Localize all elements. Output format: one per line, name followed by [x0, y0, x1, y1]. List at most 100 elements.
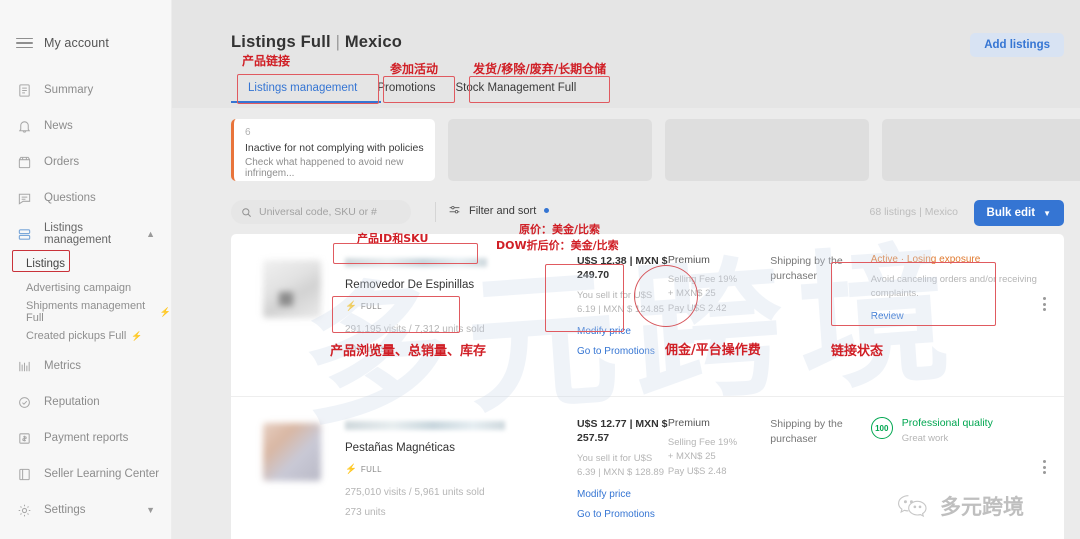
sidebar-item-label: Summary: [44, 84, 94, 96]
card-policy-inactive[interactable]: 6 Inactive for not complying with polici…: [231, 119, 435, 181]
app-root: 多元跨境 My account Summary News Orders Ques…: [0, 0, 1080, 539]
listing-shipping: Shipping by the purchaser: [770, 418, 843, 445]
hamburger-icon[interactable]: [16, 37, 33, 49]
page-title: Listings Full | Mexico: [231, 33, 402, 52]
sidebar-item-label: Questions: [44, 192, 96, 204]
box-icon: [16, 154, 33, 171]
sidebar-sub-label: Shipments management Full: [26, 300, 146, 324]
filter-active-dot: [544, 208, 550, 213]
full-bolt-icon: ⚡: [345, 464, 357, 475]
watermark-text: 多元跨境: [940, 495, 1024, 519]
sidebar-sub-label: Listings: [26, 258, 65, 270]
sidebar-item-label: Reputation: [44, 396, 100, 408]
sidebar-nav: Summary News Orders Questions Listings m…: [0, 72, 171, 528]
sidebar-item-reputation[interactable]: Reputation: [0, 384, 171, 420]
wechat-watermark: 多元跨境: [896, 491, 1024, 521]
sidebar-item-label: News: [44, 120, 73, 132]
filter-icon: [449, 205, 460, 214]
card-count: 6: [245, 127, 251, 138]
quality-score: 100: [870, 417, 893, 439]
book-icon: [16, 466, 33, 483]
background-watermark: 多元跨境: [295, 227, 971, 447]
sidebar-item-label: Settings: [44, 504, 86, 516]
sidebar-item-metrics[interactable]: Metrics: [0, 348, 171, 384]
sidebar-subnav: Listings Advertising campaign Shipments …: [0, 252, 171, 348]
listing-net-price: You sell it for U$S 6.39 | MXN $ 128.89: [577, 453, 664, 479]
search-icon: [242, 207, 251, 217]
summary-cards: 6 Inactive for not complying with polici…: [231, 119, 1080, 181]
chevron-down-icon[interactable]: ▼: [146, 505, 155, 515]
sidebar-item-questions[interactable]: Questions: [0, 180, 171, 216]
sidebar-item-created-pickups[interactable]: Created pickups Full ⚡: [26, 324, 171, 348]
document-icon: [16, 82, 33, 99]
sidebar-item-listings[interactable]: Listings: [26, 252, 171, 276]
card-subtitle: Check what happened to avoid new infring…: [245, 157, 404, 179]
page-title-site: Mexico: [344, 33, 402, 51]
bell-icon: [16, 118, 33, 135]
sidebar-item-label: Orders: [44, 156, 80, 168]
tab-promotions[interactable]: Promotions: [367, 78, 445, 102]
chat-icon: [16, 190, 33, 207]
search-input[interactable]: [259, 206, 399, 218]
row-menu-icon[interactable]: [1043, 297, 1046, 311]
sidebar-sub-label: Created pickups Full: [26, 330, 127, 342]
full-badge: ⚡ FULL: [345, 464, 573, 475]
row-menu-icon[interactable]: [1043, 460, 1046, 474]
card-placeholder[interactable]: [665, 119, 869, 181]
sidebar-item-label: Metrics: [44, 360, 82, 372]
quality-subtitle: Great work: [901, 433, 949, 444]
listings-icon: [16, 226, 33, 243]
sidebar-item-seller-learning-center[interactable]: Seller Learning Center: [0, 456, 171, 492]
filter-and-sort-label: Filter and sort: [469, 204, 537, 217]
listing-fee-details: Selling Fee 19% + MXN$ 25 Pay U$S 2.48: [667, 437, 738, 477]
bolt-icon: ⚡: [159, 306, 171, 317]
listing-visits-sales: 275,010 visits / 5,961 units sold: [345, 487, 485, 498]
gear-icon: [16, 502, 33, 519]
sidebar-header[interactable]: My account: [0, 0, 171, 58]
quality-title: Professional quality: [901, 417, 993, 429]
filter-and-sort-button[interactable]: Filter and sort: [448, 204, 550, 217]
money-icon: [16, 430, 33, 447]
sidebar-item-listings-management[interactable]: Listings management ▲: [0, 216, 171, 252]
tab-listings-management[interactable]: Listings management: [238, 78, 367, 102]
quality-badge: 100 Professional quality Great work: [870, 417, 1064, 444]
sidebar-item-news[interactable]: News: [0, 108, 171, 144]
chevron-up-icon[interactable]: ▲: [146, 229, 155, 239]
full-label: FULL: [360, 465, 383, 474]
bolt-icon: ⚡: [131, 330, 143, 341]
sidebar-item-summary[interactable]: Summary: [0, 72, 171, 108]
sidebar: My account Summary News Orders Questions…: [0, 0, 172, 539]
listing-stock: 273 units: [345, 507, 386, 518]
bar-chart-icon: [16, 358, 33, 375]
search-box[interactable]: [231, 200, 411, 224]
sidebar-item-payment-reports[interactable]: Payment reports: [0, 420, 171, 456]
bulk-edit-label: Bulk edit: [986, 207, 1036, 219]
card-placeholder[interactable]: [448, 119, 652, 181]
card-placeholder[interactable]: [882, 119, 1080, 181]
listing-price-column: U$S 12.77 | MXN $ 257.57 You sell it for…: [577, 417, 668, 539]
chevron-down-icon: ▼: [1043, 208, 1051, 218]
tab-bar: Listings management Promotions Stock Man…: [238, 78, 586, 102]
add-listings-button[interactable]: Add listings: [970, 33, 1064, 57]
sidebar-sub-label: Advertising campaign: [26, 282, 132, 294]
modify-price-link[interactable]: Modify price: [577, 489, 668, 500]
medal-icon: [16, 394, 33, 411]
listing-fee-column: Premium Selling Fee 19% + MXN$ 25 Pay U$…: [668, 417, 770, 539]
sidebar-item-advertising-campaign[interactable]: Advertising campaign: [26, 276, 171, 300]
card-title: Inactive for not complying with policies: [245, 142, 424, 154]
tab-stock-management-full[interactable]: Stock Management Full: [445, 78, 586, 102]
tab-active-underline: [231, 101, 381, 103]
page-title-separator: |: [335, 33, 341, 51]
bulk-edit-button[interactable]: Bulk edit ▼: [973, 200, 1064, 226]
sidebar-item-label: Listings management: [44, 222, 112, 246]
sidebar-item-label: Payment reports: [44, 432, 129, 444]
my-account-label: My account: [44, 36, 109, 50]
wechat-icon: [898, 495, 927, 518]
go-to-promotions-link[interactable]: Go to Promotions: [577, 509, 668, 520]
sidebar-item-label: Seller Learning Center: [44, 468, 160, 480]
sidebar-item-settings[interactable]: Settings ▼: [0, 492, 171, 528]
page-title-text: Listings Full: [231, 33, 331, 51]
sidebar-item-orders[interactable]: Orders: [0, 144, 171, 180]
toolbar-divider: [435, 202, 436, 222]
sidebar-item-shipments-management[interactable]: Shipments management Full ⚡: [26, 300, 171, 324]
